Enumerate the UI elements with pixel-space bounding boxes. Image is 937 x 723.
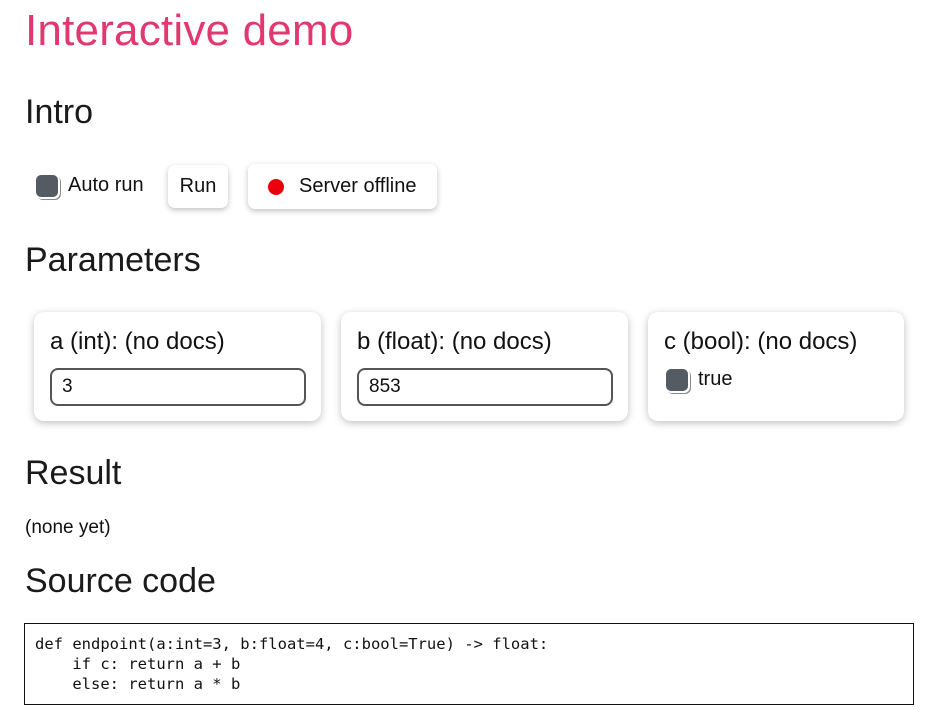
param-card-c: c (bool): (no docs) true [648, 312, 904, 421]
param-b-label: b (float): (no docs) [357, 328, 552, 355]
page-title: Interactive demo [25, 6, 354, 55]
param-card-b: b (float): (no docs) [341, 312, 628, 421]
param-c-checkbox[interactable] [666, 368, 688, 391]
auto-run-label: Auto run [68, 174, 144, 196]
param-card-a: a (int): (no docs) [34, 312, 321, 421]
param-c-label: c (bool): (no docs) [664, 328, 858, 355]
param-b-input[interactable] [357, 368, 613, 406]
run-button[interactable]: Run [168, 165, 228, 208]
source-code-block: def endpoint(a:int=3, b:float=4, c:bool=… [24, 623, 914, 705]
status-dot-icon [268, 178, 284, 195]
param-a-input[interactable] [50, 368, 306, 406]
result-heading: Result [25, 454, 122, 492]
parameters-heading: Parameters [25, 241, 201, 279]
param-a-label: a (int): (no docs) [50, 328, 225, 355]
param-c-checkbox-label: true [698, 368, 733, 390]
server-status-text: Server offline [299, 175, 417, 197]
auto-run-toggle[interactable]: Auto run [36, 174, 144, 197]
server-status-badge: Server offline [248, 164, 437, 209]
param-c-toggle[interactable]: true [666, 368, 732, 391]
intro-heading: Intro [25, 93, 94, 131]
source-code-heading: Source code [25, 562, 216, 600]
auto-run-checkbox[interactable] [36, 174, 58, 197]
result-value: (none yet) [25, 517, 111, 538]
